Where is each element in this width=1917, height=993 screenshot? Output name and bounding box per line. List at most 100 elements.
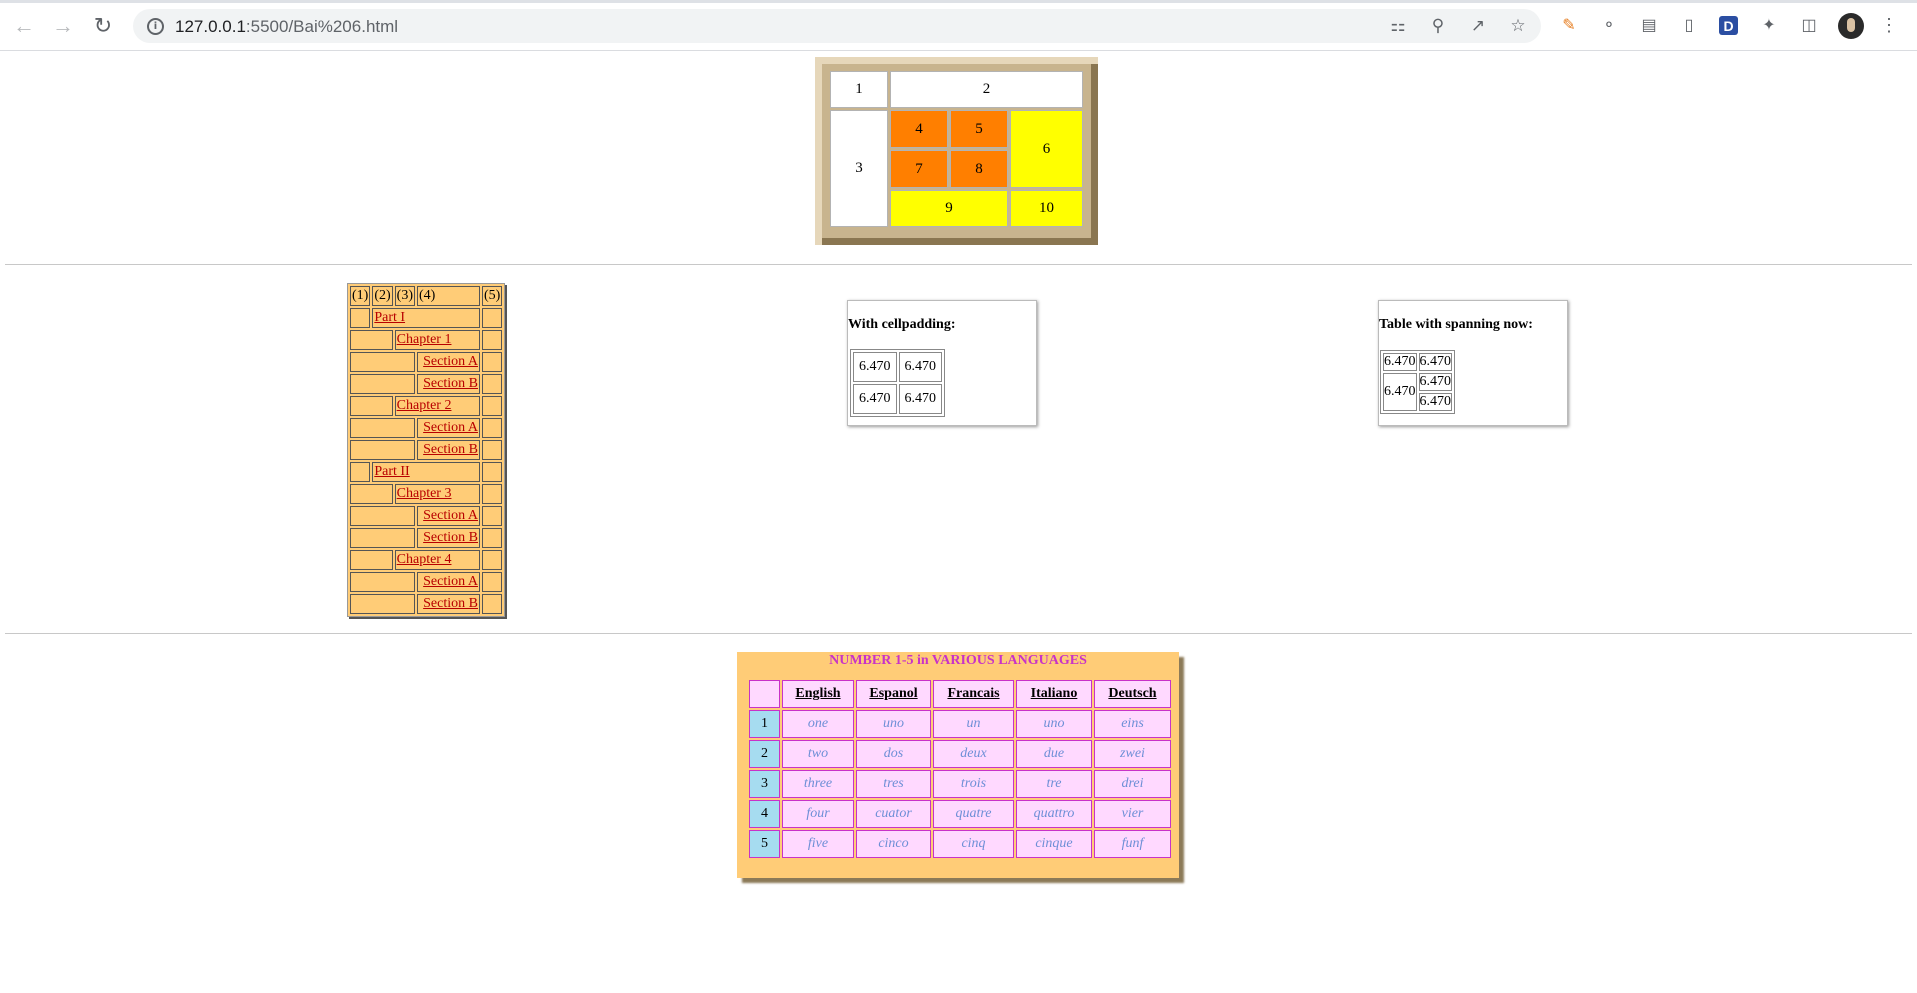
value-cell: 6.470 [1418,373,1452,391]
toc-link-cell: Section B [416,528,480,548]
toc-link[interactable]: Section A [423,420,478,435]
column-header: Deutsch [1094,680,1171,708]
toc-row: Chapter 2 [350,396,503,416]
toc-link-cell: Chapter 3 [394,484,480,504]
toc-link[interactable]: Section B [423,376,478,391]
compass-extension-icon[interactable]: ⚬ [1598,14,1620,36]
star-icon[interactable]: ☆ [1507,15,1529,37]
word-cell: three [782,770,854,798]
toc-link[interactable]: Section B [423,596,478,611]
puzzle-icon[interactable]: ✦ [1758,14,1780,36]
toc-link-cell: Section B [416,594,480,614]
horizontal-rule [5,264,1912,265]
tab-strip [0,0,1917,3]
side-panel-icon[interactable]: ◫ [1798,14,1820,36]
toc-link[interactable]: Part II [374,464,409,479]
word-cell: quatre [933,800,1014,828]
column-header: Italiano [1016,680,1092,708]
toc-link[interactable]: Section A [423,574,478,589]
word-cell: tres [856,770,931,798]
empty-cell [481,594,503,614]
word-cell: zwei [1094,740,1171,768]
d-extension-icon[interactable]: D [1719,16,1738,35]
word-cell: drei [1094,770,1171,798]
empty-cell [481,440,503,460]
kebab-menu-icon[interactable]: ⋮ [1878,14,1900,36]
row-number: 2 [749,740,780,768]
toc-link[interactable]: Chapter 1 [397,332,452,347]
language-row: 3 three tres trois tre drei [749,770,1171,798]
value-cell: 6.470 [853,352,897,382]
url-text[interactable]: 127.0.0.1:5500/Bai%206.html [175,17,398,37]
toc-row: Chapter 4 [350,550,503,570]
language-row: 4 four cuator quatre quattro vier [749,800,1171,828]
indent-cell [350,374,415,394]
word-cell: quattro [1016,800,1092,828]
toc-link[interactable]: Section A [423,354,478,369]
column-header: English [782,680,854,708]
value-cell: 6.470 [898,384,942,414]
indent-cell [350,572,415,592]
word-cell: un [933,710,1014,738]
reload-icon[interactable]: ↻ [90,13,116,39]
spanning-table: 6.470 6.470 6.470 6.470 6.470 [1380,350,1455,414]
toc-table: (1) (2) (3) (4) (5) Part I Chapter 1 Secti… [347,283,506,617]
cell-4: 4 [890,110,948,148]
toc-link[interactable]: Section A [423,508,478,523]
toc-row: Section A [350,506,503,526]
toc-header: (3) [394,286,415,306]
info-icon[interactable]: i [147,18,164,35]
zoom-out-icon[interactable]: ⚲ [1427,15,1449,37]
empty-cell [481,506,503,526]
cell-2: 2 [890,71,1083,108]
toc-row: Chapter 3 [350,484,503,504]
toc-row: Part I [350,308,503,328]
toc-link[interactable]: Chapter 2 [397,398,452,413]
empty-cell [481,374,503,394]
back-arrow-icon[interactable]: ← [11,13,37,39]
translate-icon[interactable]: ⚏ [1387,15,1409,37]
horizontal-rule [5,633,1912,634]
url-path: :5500/Bai%206.html [245,17,399,36]
indent-cell [350,506,415,526]
empty-cell [481,418,503,438]
word-cell: cuator [856,800,931,828]
word-cell: cinco [856,830,931,858]
value-cell: 6.470 [853,384,897,414]
toc-link[interactable]: Chapter 4 [397,552,452,567]
toc-row: Section B [350,374,503,394]
toc-link[interactable]: Section B [423,530,478,545]
share-icon[interactable]: ↗ [1467,15,1489,37]
toc-link-cell: Section A [416,572,480,592]
empty-cell [481,484,503,504]
languages-header-row: English Espanol Francais Italiano Deutsc… [749,680,1171,708]
indent-cell [350,550,393,570]
colored-span-table: 1 2 3 4 5 6 7 8 9 10 [828,69,1085,229]
indent-cell [350,440,415,460]
word-cell: one [782,710,854,738]
row-number: 1 [749,710,780,738]
word-cell: uno [856,710,931,738]
toc-row: Section B [350,528,503,548]
languages-caption: NUMBER 1-5 in VARIOUS LANGUAGES [829,653,1087,668]
ruler-extension-icon[interactable]: ▤ [1638,14,1660,36]
url-host: 127.0.0.1 [175,17,246,36]
column-header: Espanol [856,680,931,708]
color-picker-extension-icon[interactable]: ✎ [1558,14,1580,36]
word-cell: trois [933,770,1014,798]
cell-7: 7 [890,150,948,188]
empty-cell [481,308,503,328]
browser-toolbar: ← → ↻ i 127.0.0.1:5500/Bai%206.html ⚏ ⚲ … [0,0,1917,51]
toc-row: Section A [350,352,503,372]
toc-link[interactable]: Section B [423,442,478,457]
word-cell: four [782,800,854,828]
address-bar[interactable]: i 127.0.0.1:5500/Bai%206.html ⚏ ⚲ ↗ ☆ [133,9,1541,43]
profile-avatar[interactable] [1838,13,1864,39]
language-row: 5 five cinco cinq cinque funf [749,830,1171,858]
toc-link-cell: Part I [372,308,480,328]
device-extension-icon[interactable]: ▯ [1678,14,1700,36]
toc-link[interactable]: Chapter 3 [397,486,452,501]
toc-link[interactable]: Part I [374,310,405,325]
forward-arrow-icon[interactable]: → [50,13,76,39]
word-cell: cinque [1016,830,1092,858]
